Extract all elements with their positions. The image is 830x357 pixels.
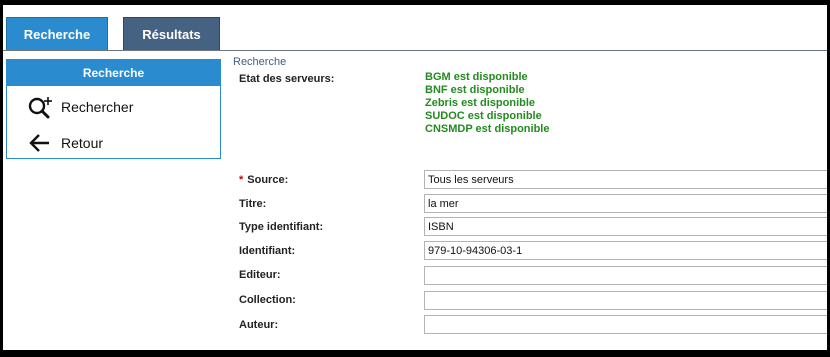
- source-label-text: Source:: [247, 174, 289, 186]
- tab-recherche[interactable]: Recherche: [6, 17, 108, 50]
- auteur-label: Auteur:: [239, 319, 279, 331]
- collection-label: Collection:: [239, 294, 296, 306]
- search-plus-icon: [27, 95, 55, 119]
- identifiant-field[interactable]: [424, 241, 827, 260]
- auteur-field[interactable]: [424, 315, 827, 334]
- server-status: SUDOC est disponible: [425, 110, 542, 122]
- section-title: Recherche: [233, 56, 287, 68]
- arrow-left-icon: [27, 131, 55, 155]
- type-identifiant-field[interactable]: [424, 217, 827, 236]
- server-status: BNF est disponible: [425, 84, 525, 96]
- source-field[interactable]: [424, 170, 827, 189]
- app-window: Recherche Résultats Recherche Rechercher: [3, 5, 827, 350]
- server-status: Zebris est disponible: [425, 97, 536, 109]
- sidebar-panel: Recherche Rechercher Retour: [6, 59, 221, 159]
- source-label: * Source:: [239, 174, 288, 186]
- back-button[interactable]: Retour: [27, 130, 103, 156]
- search-button-label: Rechercher: [61, 99, 134, 115]
- collection-field[interactable]: [424, 291, 827, 310]
- server-status: CNSMDP est disponible: [425, 123, 550, 135]
- search-button[interactable]: Rechercher: [27, 94, 133, 120]
- tab-resultats[interactable]: Résultats: [123, 17, 220, 50]
- required-marker: *: [239, 174, 244, 186]
- back-button-label: Retour: [61, 135, 104, 151]
- editeur-field[interactable]: [424, 266, 827, 285]
- tab-bar: Recherche Résultats: [3, 5, 827, 51]
- identifiant-label: Identifiant:: [239, 245, 296, 257]
- type-identifiant-label: Type identifiant:: [239, 221, 324, 233]
- editeur-label: Editeur:: [239, 269, 281, 281]
- server-status: BGM est disponible: [425, 71, 528, 83]
- titre-label: Titre:: [239, 198, 267, 210]
- titre-field[interactable]: [424, 194, 827, 213]
- sidebar-header: Recherche: [7, 60, 220, 86]
- servers-label: Etat des serveurs:: [239, 73, 335, 85]
